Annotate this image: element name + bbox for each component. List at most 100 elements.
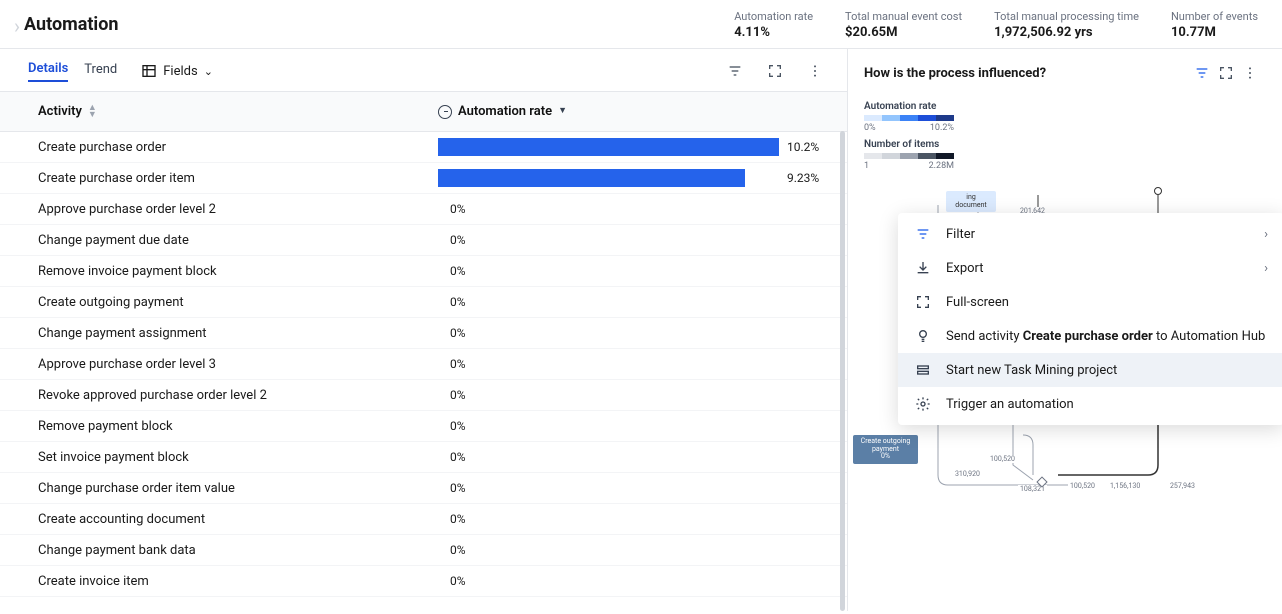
menu-label: Trigger an automation bbox=[946, 397, 1074, 412]
fullscreen-icon bbox=[914, 293, 932, 311]
table-row[interactable]: Approve purchase order level 30% bbox=[0, 349, 847, 380]
activity-cell: Create purchase order item bbox=[38, 171, 438, 186]
column-automation-rate[interactable]: Automation rate ▼ bbox=[438, 104, 827, 119]
tab-trend[interactable]: Trend bbox=[84, 62, 117, 81]
table-icon bbox=[141, 63, 157, 79]
kpi-value: 10.77M bbox=[1171, 25, 1258, 40]
menu-fullscreen[interactable]: Full-screen bbox=[898, 285, 1282, 319]
table-row[interactable]: Change payment assignment0% bbox=[0, 318, 847, 349]
menu-label: Export bbox=[946, 261, 984, 276]
chevron-down-icon: ⌄ bbox=[204, 65, 213, 78]
activity-cell: Create invoice item bbox=[38, 574, 438, 589]
rate-cell: 0% bbox=[438, 388, 827, 402]
kpi: Total manual event cost $20.65M bbox=[845, 10, 962, 40]
lightbulb-icon bbox=[914, 327, 932, 345]
kpi: Number of events10.77M bbox=[1171, 10, 1258, 40]
legend-rate-label: Automation rate bbox=[864, 101, 1266, 112]
activity-cell: Approve purchase order level 3 bbox=[38, 357, 438, 372]
filter-icon bbox=[914, 225, 932, 243]
rate-cell: 0% bbox=[438, 543, 827, 557]
right-toolbar: How is the process influenced? bbox=[848, 49, 1282, 93]
chevron-right-icon: › bbox=[1264, 261, 1268, 276]
rate-cell: 0% bbox=[438, 419, 827, 433]
filter-icon[interactable] bbox=[723, 59, 747, 83]
activity-cell: Change purchase order item value bbox=[38, 481, 438, 496]
rate-cell: 0% bbox=[438, 264, 827, 278]
diagram-legend: Automation rate 0%10.2% Number of items … bbox=[848, 93, 1282, 185]
diagram-node[interactable]: Create outgoing payment0% bbox=[853, 435, 918, 464]
menu-export[interactable]: Export › bbox=[898, 251, 1282, 285]
page-title: Automation bbox=[24, 14, 118, 35]
column-activity[interactable]: Activity ▲▼ bbox=[38, 104, 438, 119]
kpi-value: $20.65M bbox=[845, 25, 962, 40]
rate-cell: 10.2% bbox=[438, 138, 827, 156]
activity-cell: Remove payment block bbox=[38, 419, 438, 434]
sort-icon: ▲▼ bbox=[88, 105, 97, 118]
table-row[interactable]: Set invoice payment block0% bbox=[0, 442, 847, 473]
tab-details[interactable]: Details bbox=[28, 61, 68, 82]
activity-cell: Change payment assignment bbox=[38, 326, 438, 341]
sort-icon: ▼ bbox=[558, 108, 567, 114]
table-row[interactable]: Create accounting document0% bbox=[0, 504, 847, 535]
table-header: Activity ▲▼ Automation rate ▼ bbox=[0, 91, 847, 132]
table-row[interactable]: Remove invoice payment block0% bbox=[0, 256, 847, 287]
table-row[interactable]: Create purchase order10.2% bbox=[0, 132, 847, 163]
menu-label: Filter bbox=[946, 227, 975, 242]
kpi-label: Total manual event cost bbox=[845, 10, 962, 23]
rate-cell: 9.23% bbox=[438, 169, 827, 187]
kpi-label: Total manual processing time bbox=[994, 10, 1139, 23]
activity-cell: Create accounting document bbox=[38, 512, 438, 527]
menu-task-mining[interactable]: Start new Task Mining project bbox=[898, 353, 1282, 387]
kpi-label: Automation rate bbox=[734, 10, 813, 23]
kpi-value: 4.11% bbox=[734, 25, 813, 40]
menu-filter[interactable]: Filter › bbox=[898, 217, 1282, 251]
table-row[interactable]: Create outgoing payment0% bbox=[0, 287, 847, 318]
kpi: Total manual processing time 1,972,506.92… bbox=[994, 10, 1139, 40]
activity-cell: Approve purchase order level 2 bbox=[38, 202, 438, 217]
fullscreen-icon[interactable] bbox=[1214, 61, 1238, 85]
menu-send-activity[interactable]: Send activity Create purchase order to A… bbox=[898, 319, 1282, 353]
kpi-value: 1,972,506.92 yrs bbox=[994, 25, 1139, 40]
more-icon[interactable] bbox=[1238, 61, 1262, 85]
fullscreen-icon[interactable] bbox=[763, 59, 787, 83]
table-row[interactable]: Change payment due date0% bbox=[0, 225, 847, 256]
fields-label: Fields bbox=[163, 64, 197, 79]
table-row[interactable]: Change payment bank data0% bbox=[0, 535, 847, 566]
table-row[interactable]: Create invoice item0% bbox=[0, 566, 847, 597]
activity-cell: Revoke approved purchase order level 2 bbox=[38, 388, 438, 403]
diagram-node[interactable]: ing document bbox=[946, 191, 996, 212]
rate-cell: 0% bbox=[438, 574, 827, 588]
chevron-right-icon: › bbox=[14, 14, 20, 38]
fields-dropdown[interactable]: Fields ⌄ bbox=[141, 63, 213, 79]
activity-cell: Remove invoice payment block bbox=[38, 264, 438, 279]
more-icon[interactable] bbox=[803, 59, 827, 83]
download-icon bbox=[914, 259, 932, 277]
right-panel-title: How is the process influenced? bbox=[864, 66, 1046, 81]
scrollbar[interactable] bbox=[840, 131, 845, 611]
menu-trigger-automation[interactable]: Trigger an automation bbox=[898, 387, 1282, 421]
menu-label: Send activity Create purchase order to A… bbox=[946, 329, 1265, 344]
clock-icon bbox=[438, 105, 452, 119]
kpi-bar: Automation rate 4.11% Total manual event … bbox=[734, 10, 1258, 40]
context-menu: Filter › Export › Full-screen Send activ… bbox=[898, 213, 1282, 425]
menu-label: Start new Task Mining project bbox=[946, 363, 1117, 378]
rate-cell: 0% bbox=[438, 450, 827, 464]
rate-cell: 0% bbox=[438, 481, 827, 495]
start-icon bbox=[1154, 187, 1162, 195]
left-toolbar: Details Trend Fields ⌄ bbox=[0, 49, 847, 91]
rate-cell: 0% bbox=[438, 295, 827, 309]
right-panel: How is the process influenced? Automatio… bbox=[848, 49, 1282, 611]
table-row[interactable]: Create purchase order item9.23% bbox=[0, 163, 847, 194]
table-row[interactable]: Remove payment block0% bbox=[0, 411, 847, 442]
rate-cell: 0% bbox=[438, 357, 827, 371]
activity-cell: Create outgoing payment bbox=[38, 295, 438, 310]
table-row[interactable]: Revoke approved purchase order level 20% bbox=[0, 380, 847, 411]
filter-icon[interactable] bbox=[1190, 61, 1214, 85]
page-header: › Automation Automation rate 4.11% Total … bbox=[0, 0, 1282, 49]
table-row[interactable]: Change purchase order item value0% bbox=[0, 473, 847, 504]
menu-label: Full-screen bbox=[946, 295, 1009, 310]
gear-icon bbox=[914, 395, 932, 413]
table-row[interactable]: Approve purchase order level 20% bbox=[0, 194, 847, 225]
rate-cell: 0% bbox=[438, 326, 827, 340]
legend-items-label: Number of items bbox=[864, 139, 1266, 150]
